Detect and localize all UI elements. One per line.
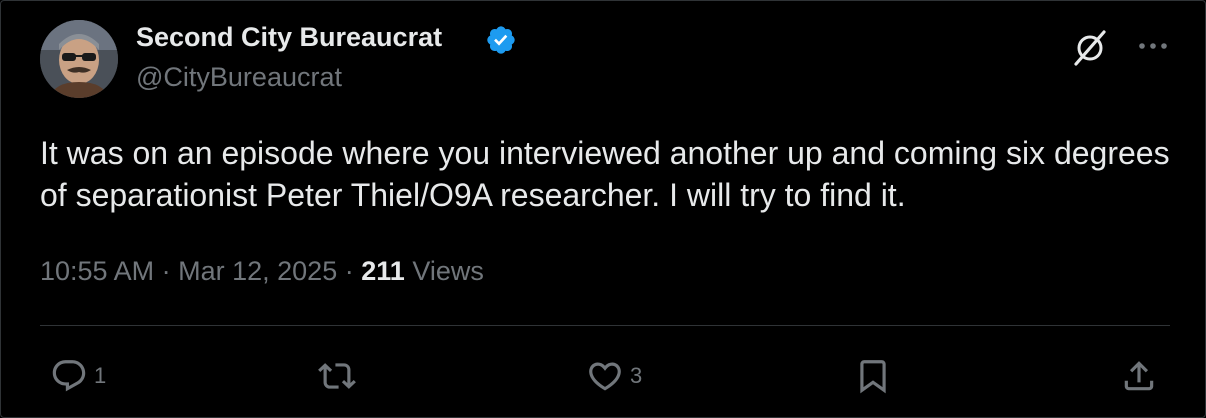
retweet-icon bbox=[318, 363, 356, 389]
share-button[interactable] bbox=[1120, 354, 1158, 398]
author-display-name[interactable]: Second City Bureaucrat bbox=[136, 22, 442, 53]
tweet-date[interactable]: Mar 12, 2025 bbox=[178, 256, 337, 286]
reply-count: 1 bbox=[94, 363, 107, 388]
like-button[interactable]: 3 bbox=[586, 354, 642, 398]
reply-icon bbox=[52, 360, 86, 392]
meta-separator: · bbox=[344, 256, 354, 286]
avatar-image bbox=[40, 20, 118, 98]
share-icon bbox=[1124, 361, 1154, 391]
tweet-time[interactable]: 10:55 AM bbox=[40, 256, 154, 286]
author-handle[interactable]: @CityBureaucrat bbox=[136, 62, 342, 93]
like-count: 3 bbox=[630, 363, 643, 388]
retweet-button[interactable] bbox=[318, 354, 362, 398]
reply-button[interactable]: 1 bbox=[50, 354, 106, 398]
views-label: Views bbox=[412, 256, 484, 286]
more-icon[interactable] bbox=[1135, 34, 1171, 58]
tweet-text: It was on an episode where you interview… bbox=[40, 135, 1170, 213]
views-count: 211 bbox=[361, 256, 405, 286]
like-icon bbox=[589, 362, 621, 391]
meta-separator: · bbox=[161, 256, 171, 286]
avatar[interactable] bbox=[40, 20, 118, 98]
grok-icon[interactable] bbox=[1068, 26, 1112, 70]
bookmark-button[interactable] bbox=[854, 354, 892, 398]
bookmark-icon bbox=[860, 360, 886, 394]
divider bbox=[40, 325, 1170, 326]
tweet-metadata: 10:55 AM · Mar 12, 2025 · 211 Views bbox=[40, 256, 484, 287]
verified-badge-icon bbox=[485, 24, 517, 56]
